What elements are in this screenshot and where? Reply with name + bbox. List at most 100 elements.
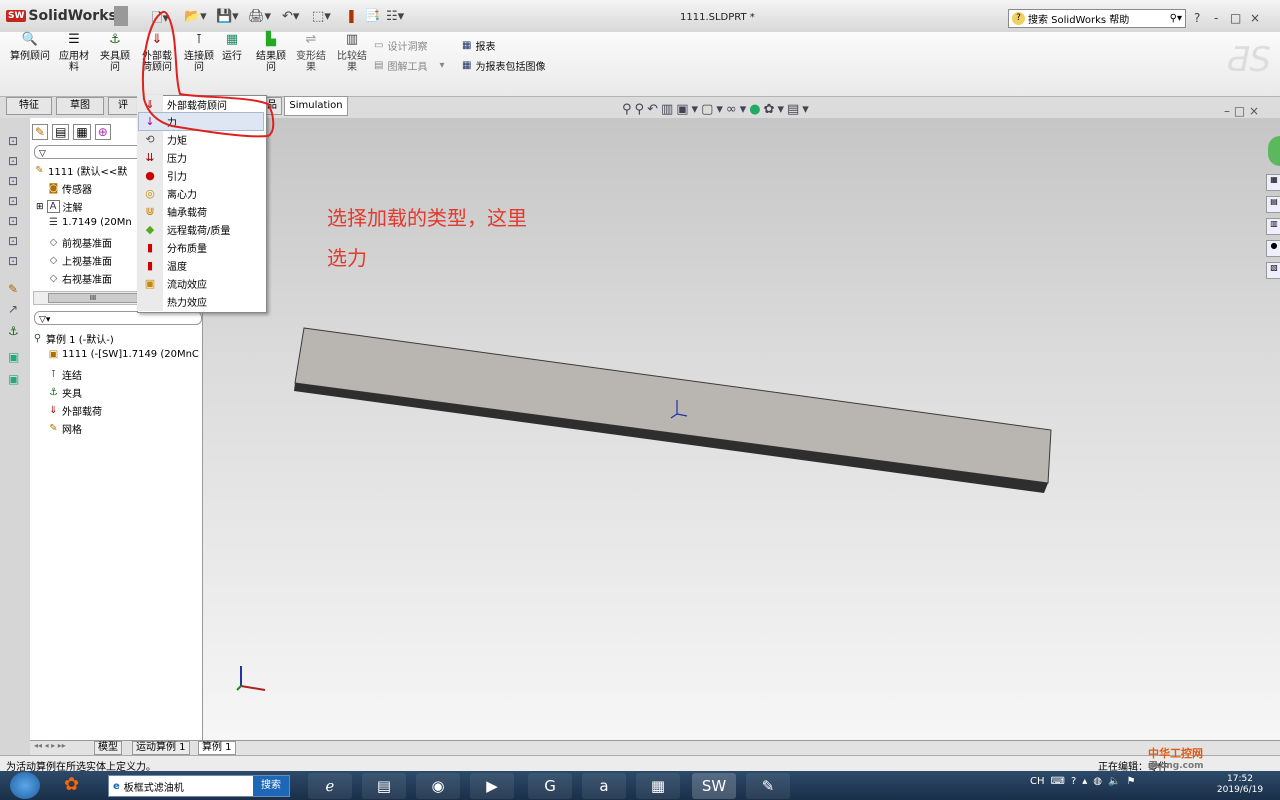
relation-icon[interactable]: ⚓	[8, 324, 19, 338]
paint-app-icon[interactable]: ✎	[746, 773, 790, 799]
viewport-close-icon[interactable]: ×	[1249, 104, 1259, 118]
ie-browser-icon[interactable]: ℯ	[308, 773, 352, 799]
scene-icon[interactable]: ✿▾	[764, 102, 787, 117]
tab-features[interactable]: 特征	[6, 97, 52, 115]
help-tray-icon[interactable]: ?	[1071, 776, 1076, 787]
tree-item-sensors[interactable]: ◙ 传感器	[48, 181, 92, 196]
options-icon[interactable]: ☷▾	[386, 9, 404, 24]
menu-item-temperature[interactable]: ▮ 温度	[139, 257, 263, 274]
configuration-tab-icon[interactable]: ▦	[73, 124, 91, 140]
close-button[interactable]: ×	[1250, 11, 1260, 25]
menu-item-remote-load[interactable]: ◆ 远程载荷/质量	[139, 221, 263, 238]
language-indicator[interactable]: CH	[1030, 776, 1045, 787]
zoom-area-icon[interactable]: ⚲	[635, 102, 648, 117]
show-hidden-icons[interactable]: ▴	[1082, 776, 1087, 787]
tree-item-study-part[interactable]: ▣ 1111 (-[SW]1.7149 (20MnC	[48, 349, 199, 360]
word-app-icon[interactable]: a	[582, 773, 626, 799]
360-browser-icon[interactable]: ◉	[416, 773, 460, 799]
design-insight-button[interactable]: ▭ 设计洞察	[374, 38, 427, 53]
expand-plus-icon[interactable]: ⊞	[36, 202, 44, 212]
menu-item-thermal-effect[interactable]: 热力效应	[139, 293, 263, 310]
solidworks-logo[interactable]: SW SolidWorks	[6, 8, 117, 24]
tree-item-material[interactable]: ☰ 1.7149 (20Mn	[48, 217, 132, 228]
menu-expand-arrow[interactable]	[114, 6, 128, 26]
menu-item-bearing-load[interactable]: ⋓ 轴承载荷	[139, 203, 263, 220]
tab-scroll-arrows[interactable]: ◂◂ ◂ ▸ ▸▸	[34, 741, 66, 750]
view-cube-icon[interactable]: ⊡	[8, 154, 18, 168]
menu-item-distributed-mass[interactable]: ▮ 分布质量	[139, 239, 263, 256]
flag-icon[interactable]: ⚑	[1126, 776, 1135, 787]
view-cube-icon[interactable]: ⊡	[8, 134, 18, 148]
study-advisor-button[interactable]: 🔍 算例顾问	[10, 33, 50, 62]
heads-up-view-toolbar[interactable]: ⚲⚲↶▥▣▾▢▾∞▾●✿▾▤▾	[622, 102, 812, 117]
viewport-window-controls[interactable]: – □ ×	[1224, 104, 1259, 118]
network-icon[interactable]: ◍	[1093, 776, 1102, 787]
appearance-icon[interactable]: ●	[749, 102, 763, 117]
study-icon[interactable]: ▣	[8, 372, 19, 386]
tab-simulation[interactable]: Simulation	[284, 96, 348, 116]
viewport-minimize-icon[interactable]: –	[1224, 104, 1230, 118]
view-cube-icon[interactable]: ⊡	[8, 174, 18, 188]
include-image-button[interactable]: ▦ 为报表包括图像	[462, 58, 545, 73]
search-icon[interactable]: ⚲▾	[1170, 13, 1182, 24]
pdf-reader-icon[interactable]: G	[528, 773, 572, 799]
compare-results-button[interactable]: ▥ 比较结果	[334, 33, 370, 73]
view-cube-icon[interactable]: ⊡	[8, 254, 18, 268]
design-library-icon[interactable]: ▦	[1266, 174, 1280, 191]
tab-motion-study[interactable]: 运动算例 1	[132, 741, 190, 755]
tree-item-study[interactable]: ⚲ 算例 1 (-默认-)	[32, 331, 114, 346]
view-orientation-icon[interactable]: ▣▾	[676, 102, 701, 117]
sketch-pencil-icon[interactable]: ✎	[8, 282, 18, 296]
tree-item-right-plane[interactable]: ◇ 右视基准面	[48, 271, 112, 286]
excel-app-icon[interactable]: ▦	[636, 773, 680, 799]
plot-tools-button[interactable]: ▤ 图解工具 ▾	[374, 58, 444, 73]
tree-item-external-loads[interactable]: ⇓ 外部载荷	[48, 403, 102, 418]
smart-dimension-icon[interactable]: ↗	[8, 302, 18, 316]
tree-item-connections[interactable]: ⊺ 连结	[48, 367, 82, 382]
menu-item-pressure[interactable]: ⇊ 压力	[139, 149, 263, 166]
report-button[interactable]: ▦ 报表	[462, 38, 495, 53]
tree-item-front-plane[interactable]: ◇ 前视基准面	[48, 235, 112, 250]
taskbar-search-button[interactable]: 搜索	[253, 776, 289, 796]
solidworks-app-icon[interactable]: SW	[692, 773, 736, 799]
dimxpert-tab-icon[interactable]: ⊕	[94, 124, 111, 140]
view-cube-icon[interactable]: ⊡	[8, 214, 18, 228]
feature-tree-tab-icon[interactable]: ✎	[32, 124, 49, 140]
help-button[interactable]: ?	[1194, 11, 1200, 25]
property-manager-tab-icon[interactable]: ▤	[52, 124, 70, 140]
maximize-button[interactable]: □	[1230, 11, 1241, 25]
tree-item-top-plane[interactable]: ◇ 上视基准面	[48, 253, 112, 268]
study-tree-filter-input[interactable]: ▽▾	[34, 311, 202, 325]
keyboard-icon[interactable]: ⌨	[1051, 776, 1065, 787]
tree-item-part[interactable]: ✎ 1111 (默认<<默	[34, 163, 127, 178]
minimize-button[interactable]: -	[1214, 11, 1218, 25]
volume-icon[interactable]: 🔈	[1108, 776, 1120, 787]
file-explorer-icon[interactable]: ▤	[362, 773, 406, 799]
menu-item-gravity[interactable]: ● 引力	[139, 167, 263, 184]
solidworks-resources-icon[interactable]	[1268, 136, 1280, 166]
zoom-to-fit-icon[interactable]: ⚲	[622, 102, 635, 117]
study-icon[interactable]: ▣	[8, 350, 19, 364]
menu-item-flow-effect[interactable]: ▣ 流动效应	[139, 275, 263, 292]
start-button[interactable]	[10, 772, 40, 799]
viewport-restore-icon[interactable]: □	[1234, 104, 1245, 118]
scrollbar-thumb[interactable]: III	[48, 293, 138, 303]
display-style-icon[interactable]: ▢▾	[701, 102, 726, 117]
tree-item-mesh[interactable]: ✎ 网格	[48, 421, 82, 436]
taskbar-clock[interactable]: 17:52 2019/6/19	[1210, 774, 1270, 796]
tab-model[interactable]: 模型	[94, 741, 122, 755]
previous-view-icon[interactable]: ↶	[647, 102, 661, 117]
apply-material-button[interactable]: ☰ 应用材料	[56, 33, 92, 73]
help-search-box[interactable]: ? 搜索 SolidWorks 帮助 ⚲▾	[1008, 9, 1186, 28]
media-player-icon[interactable]: ▶	[470, 773, 514, 799]
tab-sketch[interactable]: 草图	[56, 97, 104, 115]
tab-study-1[interactable]: 算例 1	[198, 741, 236, 755]
baidu-paw-icon[interactable]: ✿	[64, 774, 79, 795]
select-cursor-icon[interactable]: ⬚▾	[312, 9, 331, 24]
file-explorer-icon[interactable]: ▤	[1266, 196, 1280, 213]
view-settings-icon[interactable]: ▤▾	[787, 102, 812, 117]
taskbar-search-box[interactable]: e 板框式滤油机 搜索	[108, 775, 290, 797]
custom-properties-icon[interactable]: ▧	[1266, 262, 1280, 279]
menu-item-centrifugal[interactable]: ◎ 离心力	[139, 185, 263, 202]
view-cube-icon[interactable]: ⊡	[8, 234, 18, 248]
